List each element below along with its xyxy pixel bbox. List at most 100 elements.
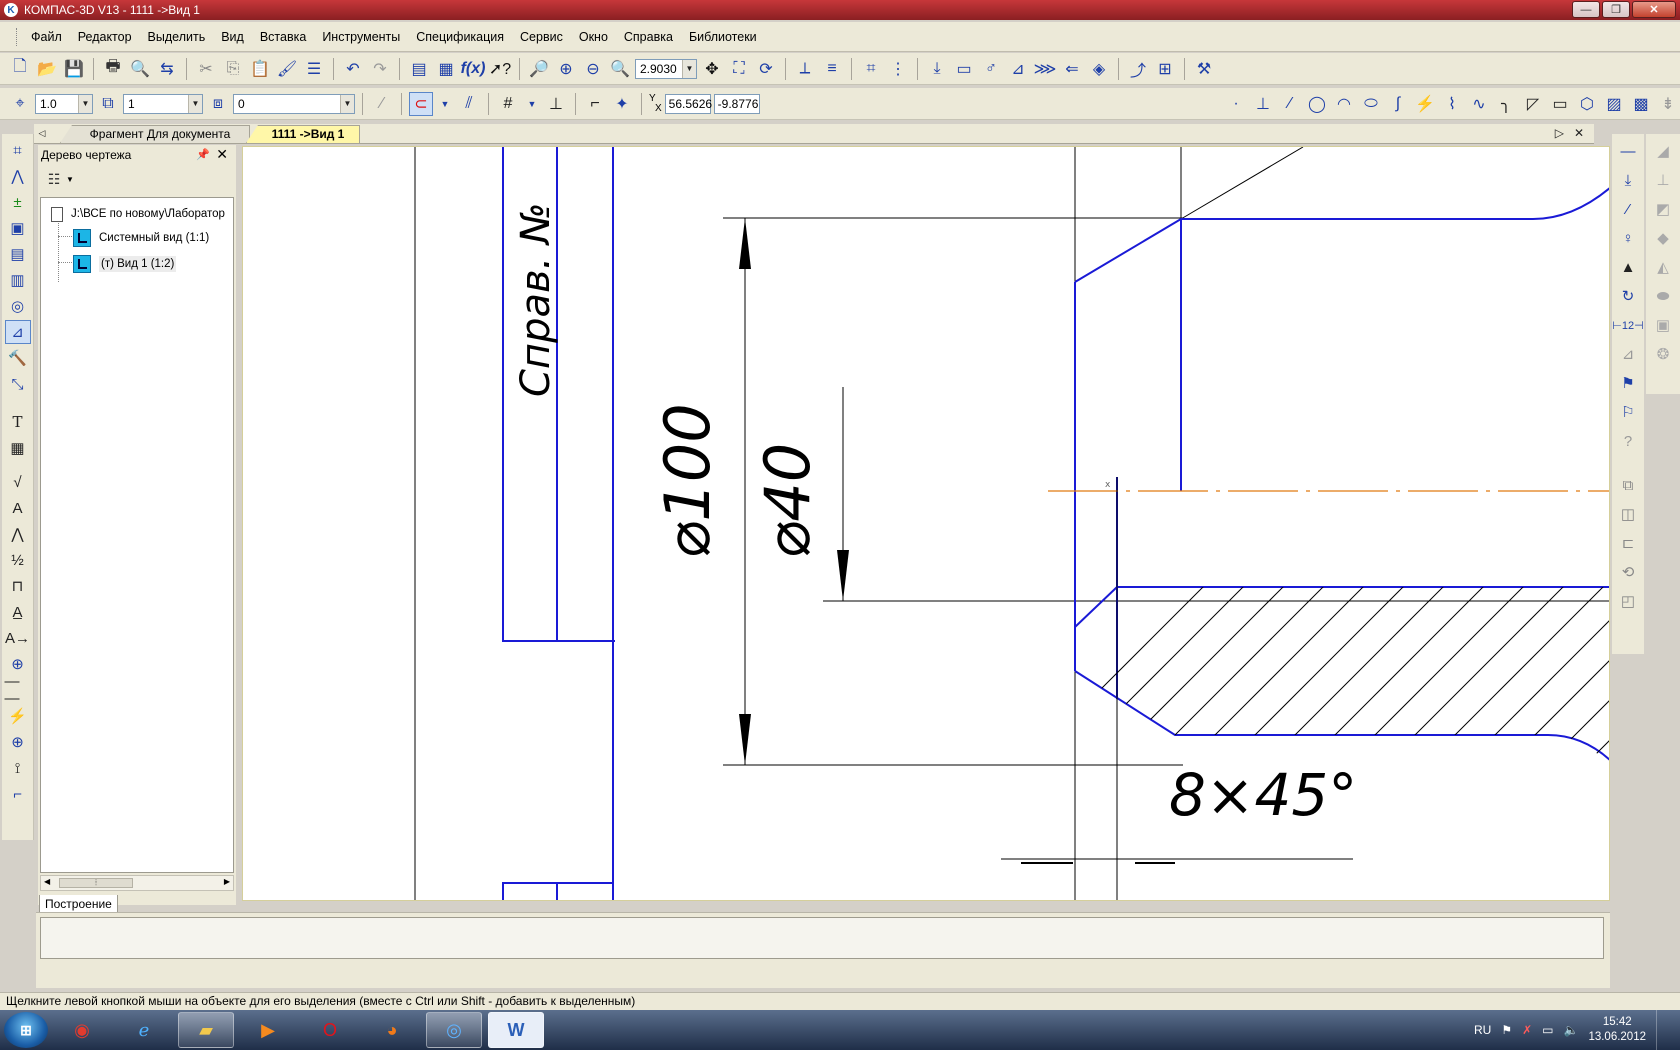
properties-icon[interactable]: ☰ [302, 57, 326, 81]
redo-icon[interactable]: ↷ [368, 57, 392, 81]
close-tab-icon[interactable]: ✕ [1574, 126, 1584, 140]
break-line-icon[interactable]: ⌐ [5, 782, 31, 806]
export-icon[interactable]: ⇆ [155, 57, 179, 81]
cut-line-icon[interactable]: A→ [5, 626, 31, 650]
new-document-icon[interactable]: 🗋 [8, 57, 32, 81]
table-tool-icon[interactable]: ▦ [5, 436, 31, 460]
step-cursor-icon[interactable]: ⌖ [8, 92, 32, 116]
layer-combo[interactable]: 0 ▼ [233, 93, 355, 114]
tree-horizontal-scrollbar[interactable]: ◀ ⦙ ▶ [40, 875, 234, 891]
selection-panel-icon[interactable]: ◎ [5, 294, 31, 318]
circle-icon[interactable]: ◯ [1305, 92, 1329, 116]
arc-dim-icon[interactable]: ↻ [1615, 283, 1641, 309]
menu-select[interactable]: Выделить [140, 28, 214, 46]
undo-icon[interactable]: ↶ [341, 57, 365, 81]
geometry-panel-icon[interactable]: ⌗ [5, 138, 31, 162]
diagonal-tool-icon[interactable]: ⁄ [1615, 196, 1641, 222]
tab-fragment[interactable]: Фрагмент Для документа [60, 125, 250, 143]
zoom-scale-icon[interactable]: 🔍 [608, 57, 632, 81]
copy-geometry-icon[interactable]: ⧉ [1615, 472, 1641, 498]
grid-icon[interactable]: # [496, 92, 520, 116]
text-tool-icon[interactable]: T [5, 410, 31, 434]
position-icon[interactable]: ◈ [1087, 57, 1111, 81]
reports-panel-icon[interactable]: ⤡ [5, 372, 31, 396]
help-pointer-icon[interactable]: ➚? [488, 57, 512, 81]
ellipse-icon[interactable]: ⬭ [1359, 92, 1383, 116]
angle-tool-icon[interactable]: ♀ [1615, 225, 1641, 251]
scroll-right-icon[interactable]: ▶ [224, 877, 230, 886]
media-icon[interactable]: ▶ [240, 1012, 296, 1048]
auxiliary-line-icon[interactable]: ⊥ [1251, 92, 1275, 116]
library-icon[interactable]: ▦ [434, 57, 458, 81]
menubar-grip[interactable] [16, 27, 19, 46]
view-combo[interactable]: 1 ▼ [123, 93, 203, 114]
base-icon[interactable]: ⊿ [1006, 57, 1030, 81]
lightning-tool-icon[interactable]: ⚡ [5, 704, 31, 728]
zoom-combo[interactable]: 2.9030 ▼ [635, 58, 697, 79]
collection-icon[interactable]: ⇟ [1656, 92, 1680, 116]
center-mark-icon[interactable]: ⊕ [5, 730, 31, 754]
chevron-down-icon[interactable]: ▼ [188, 94, 202, 113]
vertical-dim-icon[interactable]: ⤓ [1615, 167, 1641, 193]
start-button[interactable]: ⊞ [4, 1012, 48, 1048]
tabs-scroll-right-icon[interactable]: ▷ [1555, 126, 1564, 140]
roughness-tool-icon[interactable]: √ [5, 470, 31, 494]
orthogonal-mode-icon[interactable]: ⌐ [583, 92, 607, 116]
tree-node-system-view[interactable]: Системный вид (1:1) [73, 226, 209, 250]
menu-file[interactable]: Файл [23, 28, 70, 46]
paste-icon[interactable]: 📋 [248, 57, 272, 81]
check-blue-icon[interactable]: ⚐ [1615, 399, 1641, 425]
chevron-down-icon[interactable]: ▼ [78, 94, 92, 113]
grid-tool-icon[interactable]: ⋮ [886, 57, 910, 81]
hatch-tool-icon[interactable]: ≡ [820, 57, 844, 81]
copy-icon[interactable]: ⎘ [221, 57, 245, 81]
parametric-icon[interactable]: ⚒ [1192, 57, 1216, 81]
refresh-icon[interactable]: ⟳ [754, 57, 778, 81]
layers-icon[interactable]: ◰ [1615, 588, 1641, 614]
fill-icon[interactable]: ▩ [1629, 92, 1653, 116]
snap-tool-icon[interactable]: ⌗ [859, 57, 883, 81]
tree-view-mode-icon[interactable]: ☷ [42, 167, 66, 191]
text-block-icon[interactable]: ▭ [952, 57, 976, 81]
menu-tools[interactable]: Инструменты [314, 28, 408, 46]
zoom-window-icon[interactable]: 🔎 [527, 57, 551, 81]
drawing-canvas[interactable]: Справ. № ⌀100 ⌀40 x 8×45° [242, 146, 1610, 901]
editing-panel-icon[interactable]: ▣ [5, 216, 31, 240]
cut-icon[interactable]: ✂ [194, 57, 218, 81]
menu-libraries[interactable]: Библиотеки [681, 28, 765, 46]
axis-line-icon[interactable]: — — [5, 673, 31, 707]
tolerance-icon[interactable]: ⋙ [1033, 57, 1057, 81]
kompas-app-icon[interactable]: K [4, 3, 18, 17]
spline-icon[interactable]: ∫ [1386, 92, 1410, 116]
variables-fx-icon[interactable]: f(x) [461, 57, 486, 81]
measure-panel-icon[interactable]: ▥ [5, 268, 31, 292]
tree-root[interactable]: J:\ВСЕ по новому\Лаборатор [51, 202, 225, 226]
wave-line-icon[interactable]: ⟟ [5, 756, 31, 780]
minimize-button[interactable]: — [1572, 1, 1600, 18]
view-state-icon[interactable]: ⧉ [96, 92, 120, 116]
kompas-icon[interactable]: ◎ [426, 1012, 482, 1048]
chevron-down-icon[interactable]: ▼ [682, 59, 696, 78]
network-icon[interactable]: ✗ [1522, 1023, 1532, 1037]
language-indicator[interactable]: RU [1474, 1023, 1491, 1037]
scroll-thumb[interactable]: ⦙ [59, 878, 133, 888]
dimensions-panel-icon[interactable]: ⋀ [5, 164, 31, 188]
line-tool-icon[interactable]: — [1615, 138, 1641, 164]
zoom-in-icon[interactable]: ⊕ [554, 57, 578, 81]
equidistant-icon[interactable]: ⬡ [1575, 92, 1599, 116]
word-icon[interactable]: W [488, 1012, 544, 1048]
hatch-icon[interactable]: ▨ [1602, 92, 1626, 116]
triangle-tool-icon[interactable]: ▲ [1615, 254, 1641, 280]
roughness-icon[interactable]: ♂ [979, 57, 1003, 81]
flag-icon[interactable]: ⚑ [1501, 1023, 1512, 1037]
ortho-icon[interactable]: ⫽ [457, 92, 481, 116]
rotate-icon[interactable]: ⟲ [1615, 559, 1641, 585]
layer-state-icon[interactable]: ⧈ [206, 92, 230, 116]
menu-service[interactable]: Сервис [512, 28, 571, 46]
chevron-down-icon[interactable]: ▼ [523, 92, 541, 116]
brand-leader-icon[interactable]: ⊓ [5, 574, 31, 598]
designations-panel-icon[interactable]: ± [5, 190, 31, 214]
menu-view[interactable]: Вид [213, 28, 252, 46]
save-icon[interactable]: 💾 [62, 57, 86, 81]
segment-icon[interactable]: ⁄ [1278, 92, 1302, 116]
